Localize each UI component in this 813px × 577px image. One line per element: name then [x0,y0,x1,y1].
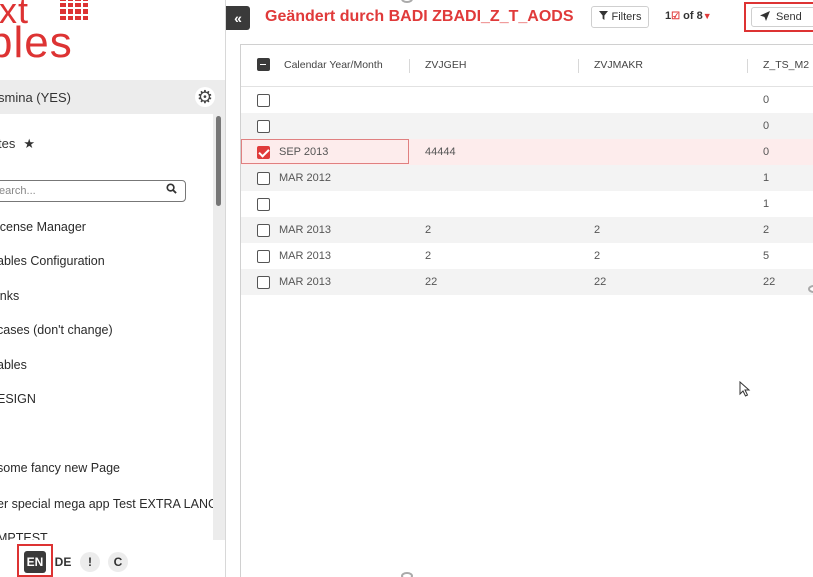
resize-handle-bottom[interactable] [401,572,413,577]
column-separator[interactable] [747,59,748,73]
search-icon[interactable] [166,183,177,197]
logo-line2: bles [0,18,73,67]
table-cell[interactable]: 2 [763,224,769,236]
sidebar: ext bles smina (YES) ⚙ tes★ ic [0,0,226,577]
nav-item-design[interactable]: ESIGN [0,392,36,406]
table-cell[interactable]: 0 [763,146,769,158]
table-cell[interactable]: 2 [594,224,600,236]
table-cell[interactable]: 44444 [425,146,456,158]
table-cell[interactable]: 2 [594,250,600,262]
row-checkbox[interactable] [257,120,270,133]
table-cell[interactable]: 22 [594,276,606,288]
table-cell[interactable]: MAR 2013 [279,276,331,288]
send-label: Send [776,11,802,23]
column-header-zvjgeh[interactable]: ZVJGEH [425,59,466,71]
nav-item-fancy-page[interactable]: some fancy new Page [0,461,120,475]
resize-handle-top[interactable] [401,0,413,3]
table-row[interactable]: SEP 2013 44444 0 [241,139,813,165]
table-cell[interactable]: MAR 2013 [279,224,331,236]
row-checkbox[interactable] [257,276,270,289]
dropdown-arrow-icon: ▼ [702,11,712,21]
table-cell[interactable]: 0 [763,120,769,132]
count-suffix: of 8 [683,10,703,22]
app-window: ext bles smina (YES) ⚙ tes★ ic [0,0,813,577]
selected-cell-outline [241,139,409,164]
nav-item-cases[interactable]: cases (don't change) [0,323,113,337]
table-cell[interactable]: 22 [763,276,775,288]
send-icon [760,10,770,24]
table-row[interactable]: 0 [241,113,813,139]
favorites-label: tes [0,136,16,151]
table-cell[interactable]: MAR 2013 [279,250,331,262]
highlight-frame [17,544,53,577]
sidebar-scrollbar-thumb[interactable] [216,116,221,206]
star-icon: ★ [23,136,35,151]
nav-item-tables-configuration[interactable]: ables Configuration [0,254,105,268]
nav-item-mptest[interactable]: MPTEST [0,531,48,540]
nav-item-links[interactable]: inks [0,289,19,303]
table-cell[interactable]: 1 [763,172,769,184]
table-row[interactable]: MAR 2013 2 2 2 [241,217,813,243]
send-button[interactable]: Send [751,7,813,27]
settings-button[interactable]: ⚙ [195,87,215,107]
filters-button[interactable]: Filters [591,6,649,28]
table-cell[interactable]: 2 [425,224,431,236]
exclamation-button[interactable]: ! [80,552,100,572]
table-cell[interactable]: MAR 2012 [279,172,331,184]
collapse-sidebar-button[interactable]: « [226,6,250,30]
column-header-calendar[interactable]: Calendar Year/Month [284,59,383,71]
select-all-checkbox[interactable] [257,58,270,71]
user-name: smina (YES) [0,89,71,105]
row-checkbox[interactable] [257,172,270,185]
filters-label: Filters [611,11,642,23]
resize-handle-right[interactable] [808,285,813,293]
logo: ext bles [0,0,128,70]
row-checkbox[interactable] [257,198,270,211]
row-checkbox[interactable] [257,224,270,237]
table-row[interactable]: MAR 2013 2 2 5 [241,243,813,269]
filter-icon [598,11,608,23]
checkbox-mini-icon: ☑ [671,11,681,22]
main-panel: « Geändert durch BADI ZBADI_Z_T_AODS Fil… [226,0,813,577]
column-separator[interactable] [409,59,410,73]
collapse-icon: « [234,10,242,26]
row-checkbox[interactable] [257,94,270,107]
table-row[interactable]: MAR 2012 1 [241,165,813,191]
table-row[interactable]: MAR 2013 22 22 22 [241,269,813,295]
column-header-zvjmakr[interactable]: ZVJMAKR [594,59,643,71]
table-cell[interactable]: 22 [425,276,437,288]
nav-item-license-manager[interactable]: icense Manager [0,220,86,234]
selection-count[interactable]: 1☑ of 8▼ [665,10,712,22]
gear-icon: ⚙ [196,87,214,107]
data-table: Calendar Year/Month ZVJGEH ZVJMAKR Z_TS_… [240,44,813,577]
user-bar: smina (YES) ⚙ [0,80,225,114]
search-input[interactable] [0,183,159,199]
table-cell[interactable]: 1 [763,198,769,210]
table-cell[interactable]: 0 [763,94,769,106]
c-button[interactable]: C [108,552,128,572]
table-row[interactable]: 0 [241,87,813,113]
language-de-button[interactable]: DE [54,551,72,573]
nav-item-tables[interactable]: ables [0,358,27,372]
table-cell[interactable]: 2 [425,250,431,262]
search-box [0,180,186,202]
mouse-cursor-icon [739,380,751,402]
logo-grid-icon [60,0,88,20]
row-checkbox[interactable] [257,250,270,263]
table-cell[interactable]: 5 [763,250,769,262]
navigation-list: icense Manager ables Configuration inks … [0,210,213,540]
favorites-item[interactable]: tes ★ [0,136,35,152]
page-title: Geändert durch BADI ZBADI_Z_T_AODS [265,8,574,25]
column-separator[interactable] [578,59,579,73]
nav-item-mega-app[interactable]: er special mega app Test EXTRA LANG... [0,497,213,511]
column-header-z-ts-m2[interactable]: Z_TS_M2 [763,59,809,71]
table-row[interactable]: 1 [241,191,813,217]
